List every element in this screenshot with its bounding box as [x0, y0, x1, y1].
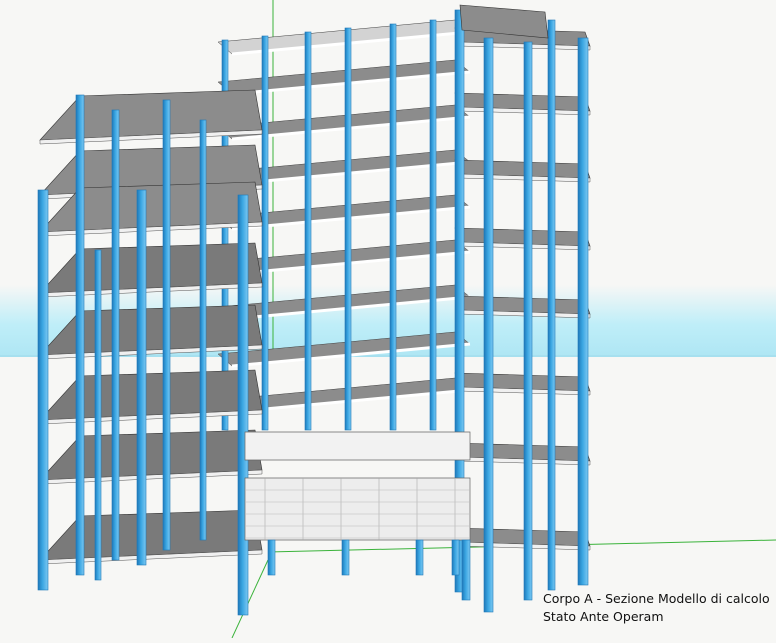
column — [199, 119, 207, 541]
column — [461, 539, 471, 601]
column — [37, 189, 49, 591]
structural-model-viewport[interactable]: Corpo A - Sezione Modello di calcolo Sta… — [0, 0, 776, 639]
column — [136, 189, 147, 566]
column — [111, 109, 120, 561]
column — [341, 539, 350, 576]
column — [547, 19, 556, 591]
column — [415, 539, 424, 576]
column — [75, 94, 85, 576]
column — [389, 23, 397, 431]
column — [94, 249, 102, 581]
column — [237, 194, 249, 616]
caption-subtitle: Stato Ante Operam — [543, 609, 664, 624]
structural-model-3d-view — [0, 0, 776, 639]
deck-slab — [244, 477, 471, 541]
column — [267, 539, 276, 576]
column — [429, 19, 437, 431]
caption-title: Corpo A - Sezione Modello di calcolo — [543, 591, 770, 606]
column — [162, 99, 171, 551]
column — [523, 41, 533, 601]
column — [261, 35, 269, 431]
column — [344, 27, 352, 431]
column — [577, 37, 589, 586]
column — [304, 31, 312, 431]
model-caption: Corpo A - Sezione Modello di calcolo Sta… — [543, 590, 770, 626]
deck-slab — [244, 431, 471, 461]
column — [483, 37, 494, 613]
column — [451, 539, 460, 576]
